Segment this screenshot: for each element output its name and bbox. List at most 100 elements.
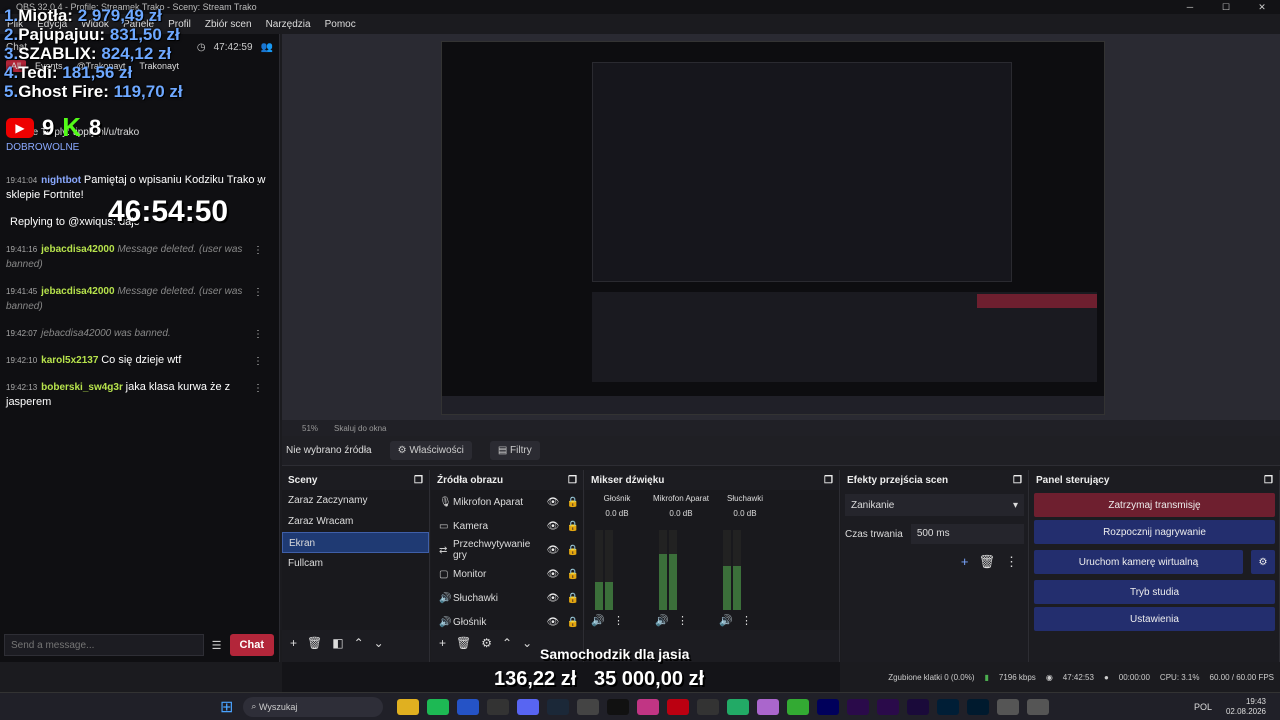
audition-icon[interactable] bbox=[907, 698, 930, 715]
menu-help[interactable]: Pomoc bbox=[318, 19, 363, 30]
message-user[interactable]: jebacdisa42000 bbox=[41, 244, 114, 255]
obs-icon[interactable] bbox=[577, 698, 600, 715]
zoom-fit[interactable]: Skaluj do okna bbox=[334, 424, 386, 433]
more-icon[interactable]: ⋮ bbox=[253, 327, 263, 342]
source-item[interactable]: ▭ Kamera 👁 🔒 bbox=[431, 514, 583, 538]
taskbar-search[interactable]: ⌕ Wyszukaj bbox=[243, 696, 384, 717]
scene-item[interactable]: Fullcam bbox=[282, 553, 429, 574]
ea-icon[interactable] bbox=[457, 698, 480, 715]
more-icon[interactable]: ⋮ bbox=[677, 614, 688, 627]
discord-icon[interactable] bbox=[517, 698, 540, 715]
trash-icon[interactable]: 🗑 bbox=[307, 636, 322, 650]
lock-icon[interactable]: 🔒 bbox=[563, 545, 583, 556]
menu-icon[interactable]: ☰ bbox=[212, 639, 222, 652]
more-icon[interactable]: ⋮ bbox=[253, 381, 263, 396]
studio-mode-button[interactable]: Tryb studia bbox=[1034, 580, 1275, 604]
more-icon[interactable]: ⋮ bbox=[1005, 554, 1018, 570]
zoom-level[interactable]: 51% bbox=[302, 424, 318, 433]
trash-icon[interactable]: 🗑 bbox=[456, 636, 471, 650]
source-item[interactable]: ▢ Monitor 👁 🔒 bbox=[431, 562, 583, 586]
down-icon[interactable]: ⌄ bbox=[522, 636, 532, 650]
after-effects-icon[interactable] bbox=[817, 698, 840, 715]
message-user[interactable]: nightbot bbox=[41, 175, 81, 186]
more-icon[interactable]: ⋮ bbox=[253, 243, 263, 258]
undock-icon[interactable]: ❐ bbox=[568, 475, 577, 486]
tiktok-icon[interactable] bbox=[607, 698, 630, 715]
up-icon[interactable]: ⌃ bbox=[502, 636, 512, 650]
maximize-button[interactable]: ☐ bbox=[1208, 0, 1244, 14]
speaker-icon[interactable]: 🔊 bbox=[655, 614, 669, 627]
settings-button[interactable]: Ustawienia bbox=[1034, 607, 1275, 631]
preview-canvas[interactable] bbox=[441, 41, 1105, 415]
app-icon[interactable] bbox=[757, 698, 780, 715]
eye-icon[interactable]: 👁 bbox=[543, 569, 563, 580]
source-item[interactable]: 🎙 Mikrofon Aparat 👁 🔒 bbox=[431, 490, 583, 514]
message-user[interactable]: jebacdisa42000 bbox=[41, 286, 114, 297]
scene-item[interactable]: Zaraz Wracam bbox=[282, 511, 429, 532]
trash-icon[interactable]: 🗑 bbox=[978, 554, 995, 570]
more-icon[interactable]: ⋮ bbox=[741, 614, 752, 627]
start-recording-button[interactable]: Rozpocznij nagrywanie bbox=[1034, 520, 1275, 544]
source-item[interactable]: ⇄ Przechwytywanie gry 👁 🔒 bbox=[431, 538, 583, 562]
minimize-button[interactable]: ─ bbox=[1172, 0, 1208, 14]
lock-icon[interactable]: 🔒 bbox=[563, 593, 583, 604]
message-user[interactable]: karol5x2137 bbox=[41, 355, 98, 366]
filter-icon[interactable]: ◧ bbox=[332, 636, 343, 650]
hud-icon[interactable] bbox=[697, 698, 720, 715]
up-icon[interactable]: ⌃ bbox=[354, 636, 364, 650]
start-virtual-camera-button[interactable]: Uruchom kamerę wirtualną bbox=[1034, 550, 1243, 574]
undock-icon[interactable]: ❐ bbox=[414, 475, 423, 486]
undock-icon[interactable]: ❐ bbox=[1013, 475, 1022, 486]
filters-button[interactable]: ▤ Filtry bbox=[489, 441, 540, 460]
spotify-icon[interactable] bbox=[427, 698, 450, 715]
windows-start-icon[interactable]: ⊞ bbox=[220, 697, 233, 717]
more-icon[interactable]: ⋮ bbox=[253, 285, 263, 300]
taskbar-clock[interactable]: 19:43 02.08.2026 bbox=[1226, 697, 1266, 717]
close-button[interactable]: ✕ bbox=[1244, 0, 1280, 14]
lock-icon[interactable]: 🔒 bbox=[563, 617, 583, 628]
instagram-icon[interactable] bbox=[637, 698, 660, 715]
lock-icon[interactable]: 🔒 bbox=[563, 521, 583, 532]
chrome-icon[interactable] bbox=[727, 698, 750, 715]
eye-icon[interactable]: 👁 bbox=[543, 545, 563, 556]
premiere-icon[interactable] bbox=[877, 698, 900, 715]
properties-button[interactable]: ⚙ Właściwości bbox=[389, 441, 472, 460]
eye-icon[interactable]: 👁 bbox=[543, 521, 563, 532]
add-icon[interactable]: + bbox=[439, 636, 446, 650]
lightroom-icon[interactable] bbox=[967, 698, 990, 715]
add-icon[interactable]: + bbox=[290, 636, 297, 650]
lock-icon[interactable]: 🔒 bbox=[563, 497, 583, 508]
menu-scene-collection[interactable]: Zbiór scen bbox=[198, 19, 259, 30]
app-icon-4[interactable] bbox=[1027, 698, 1050, 715]
add-icon[interactable]: + bbox=[961, 554, 969, 570]
transition-select[interactable]: Zanikanie ▾ bbox=[845, 494, 1024, 516]
duration-input[interactable]: 500 ms bbox=[910, 524, 1024, 544]
app-icon-3[interactable] bbox=[997, 698, 1020, 715]
opera-icon[interactable] bbox=[667, 698, 690, 715]
undock-icon[interactable]: ❐ bbox=[1264, 475, 1273, 486]
stop-stream-button[interactable]: Zatrzymaj transmisję bbox=[1034, 493, 1275, 517]
speaker-icon[interactable]: 🔊 bbox=[719, 614, 733, 627]
chat-send-button[interactable]: Chat bbox=[229, 634, 274, 656]
undock-icon[interactable]: ❐ bbox=[824, 475, 833, 486]
speaker-icon[interactable]: 🔊 bbox=[591, 614, 605, 627]
more-icon[interactable]: ⋮ bbox=[253, 174, 263, 189]
app-icon-2[interactable] bbox=[787, 698, 810, 715]
eye-icon[interactable]: 👁 bbox=[543, 617, 563, 628]
down-icon[interactable]: ⌄ bbox=[374, 636, 384, 650]
message-user[interactable]: boberski_sw4g3r bbox=[41, 382, 123, 393]
epic-icon[interactable] bbox=[487, 698, 510, 715]
steam-icon[interactable] bbox=[547, 698, 570, 715]
language-indicator[interactable]: POL bbox=[1194, 702, 1212, 712]
chat-input[interactable] bbox=[4, 634, 204, 656]
eye-icon[interactable]: 👁 bbox=[543, 593, 563, 604]
more-icon[interactable]: ⋮ bbox=[613, 614, 624, 627]
more-icon[interactable]: ⋮ bbox=[253, 354, 263, 369]
scene-item[interactable]: Zaraz Zaczynamy bbox=[282, 490, 429, 511]
lock-icon[interactable]: 🔒 bbox=[563, 569, 583, 580]
gear-icon[interactable]: ⚙ bbox=[481, 636, 492, 650]
scene-item[interactable]: Ekran bbox=[282, 532, 429, 553]
gear-icon[interactable]: ⚙ bbox=[1251, 550, 1275, 574]
users-icon[interactable]: 👥 bbox=[261, 42, 273, 53]
file-explorer-icon[interactable] bbox=[397, 698, 420, 715]
